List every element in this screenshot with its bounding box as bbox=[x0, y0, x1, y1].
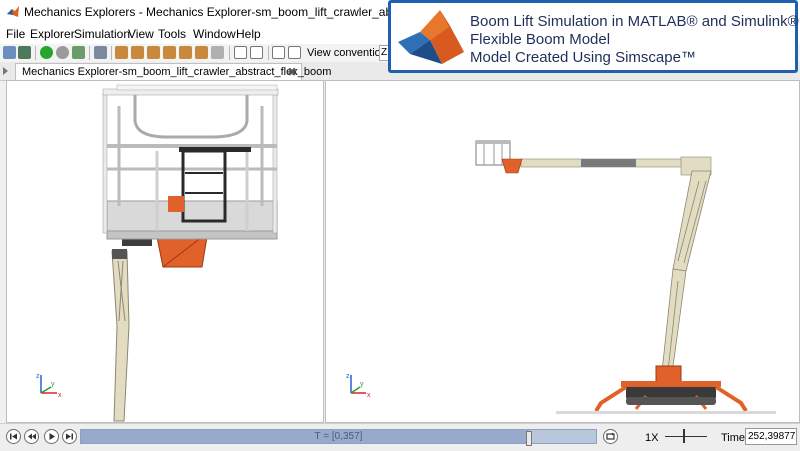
time-label: Time bbox=[721, 432, 746, 444]
right-viewport[interactable]: z y x bbox=[325, 80, 800, 423]
fit-to-view-icon[interactable] bbox=[94, 46, 107, 59]
save-view-icon[interactable] bbox=[18, 46, 31, 59]
step-forward-button[interactable] bbox=[62, 429, 77, 444]
skip-forward-icon bbox=[66, 433, 73, 440]
platform-bracket bbox=[156, 236, 208, 268]
run-icon[interactable] bbox=[40, 46, 53, 59]
menu-window[interactable]: Window bbox=[193, 27, 236, 41]
view-isometric-icon[interactable] bbox=[211, 46, 224, 59]
split-view-icon[interactable] bbox=[234, 46, 247, 59]
time-value-field[interactable]: 252,398771 bbox=[745, 428, 797, 445]
view-back-icon[interactable] bbox=[131, 46, 144, 59]
coordinate-triad-icon: z y x bbox=[346, 373, 371, 399]
matlab-membrane-logo bbox=[398, 10, 464, 64]
menu-tools[interactable]: Tools bbox=[158, 27, 186, 41]
close-icon[interactable]: ✖ bbox=[287, 65, 297, 79]
platform-basket-small bbox=[475, 140, 523, 174]
view-right-icon[interactable] bbox=[163, 46, 176, 59]
playback-bar: T = [0,357] 1X Time 252,398771 bbox=[0, 423, 800, 451]
triad-x-label: x bbox=[58, 392, 62, 399]
tab-label: Mechanics Explorer-sm_boom_lift_crawler_… bbox=[22, 66, 332, 78]
banner-title-line: Boom Lift Simulation in MATLAB® and Simu… bbox=[470, 13, 799, 30]
step-back-button[interactable] bbox=[24, 429, 39, 444]
banner-credit-line: Model Created Using Simscape™ bbox=[470, 49, 696, 66]
matlab-app-icon bbox=[7, 6, 19, 17]
toolbar-separator bbox=[268, 46, 269, 60]
triad-y-label: y bbox=[51, 381, 55, 388]
tab-mechanics-explorer[interactable]: Mechanics Explorer-sm_boom_lift_crawler_… bbox=[15, 63, 331, 80]
right-view-canvas: z y x bbox=[346, 140, 776, 414]
triad-y-label: y bbox=[360, 381, 364, 388]
coordinate-triad-icon: z y x bbox=[36, 373, 62, 399]
view-left-icon[interactable] bbox=[147, 46, 160, 59]
play-icon bbox=[49, 433, 55, 440]
skip-to-start-button[interactable] bbox=[6, 429, 21, 444]
menu-help[interactable]: Help bbox=[236, 27, 261, 41]
loop-icon bbox=[606, 432, 615, 440]
toolbar-separator bbox=[35, 46, 36, 60]
time-slider-thumb[interactable] bbox=[526, 431, 533, 446]
triad-z-label: z bbox=[36, 373, 40, 380]
title-banner: Boom Lift Simulation in MATLAB® and Simu… bbox=[388, 0, 799, 73]
time-range-text: T = [0,357] bbox=[314, 431, 363, 442]
triad-x-label: x bbox=[367, 392, 371, 399]
crawler-base bbox=[556, 381, 776, 414]
left-viewport[interactable]: z y x bbox=[6, 80, 324, 423]
single-view-icon[interactable] bbox=[250, 46, 263, 59]
toolbar-separator bbox=[111, 46, 112, 60]
view-convention-label: View convention: bbox=[307, 47, 390, 59]
toolbar-separator bbox=[229, 46, 230, 60]
platform-basket bbox=[102, 84, 279, 240]
menu-explorer[interactable]: Explorer bbox=[30, 27, 75, 41]
view-front-icon[interactable] bbox=[115, 46, 128, 59]
split-vertical-icon[interactable] bbox=[288, 46, 301, 59]
view-bottom-icon[interactable] bbox=[195, 46, 208, 59]
split-horizontal-icon[interactable] bbox=[272, 46, 285, 59]
upper-lattice-boom bbox=[672, 170, 712, 272]
play-button[interactable] bbox=[44, 429, 59, 444]
banner-subtitle-line: Flexible Boom Model bbox=[470, 31, 611, 48]
rewind-icon bbox=[28, 433, 36, 440]
tab-scroll-icon[interactable] bbox=[3, 67, 8, 75]
menu-simulation[interactable]: Simulation bbox=[74, 27, 130, 41]
skip-back-icon bbox=[10, 433, 17, 440]
playback-speed-slider[interactable] bbox=[665, 436, 707, 437]
lower-boom bbox=[655, 268, 687, 387]
time-slider[interactable]: T = [0,357] bbox=[80, 429, 597, 446]
toolbar-separator bbox=[89, 46, 90, 60]
boom-arm bbox=[111, 249, 130, 422]
open-model-icon[interactable] bbox=[3, 46, 16, 59]
step-icon[interactable] bbox=[72, 46, 85, 59]
menu-view[interactable]: View bbox=[128, 27, 154, 41]
menu-file[interactable]: File bbox=[6, 27, 25, 41]
playback-speed-label: 1X bbox=[645, 432, 659, 444]
triad-z-label: z bbox=[346, 373, 350, 380]
loop-button[interactable] bbox=[603, 429, 618, 444]
upper-boom bbox=[520, 156, 712, 176]
stop-icon[interactable] bbox=[56, 46, 69, 59]
view-top-icon[interactable] bbox=[179, 46, 192, 59]
left-view-canvas: z y x bbox=[36, 84, 279, 422]
playback-speed-thumb[interactable] bbox=[683, 429, 685, 443]
